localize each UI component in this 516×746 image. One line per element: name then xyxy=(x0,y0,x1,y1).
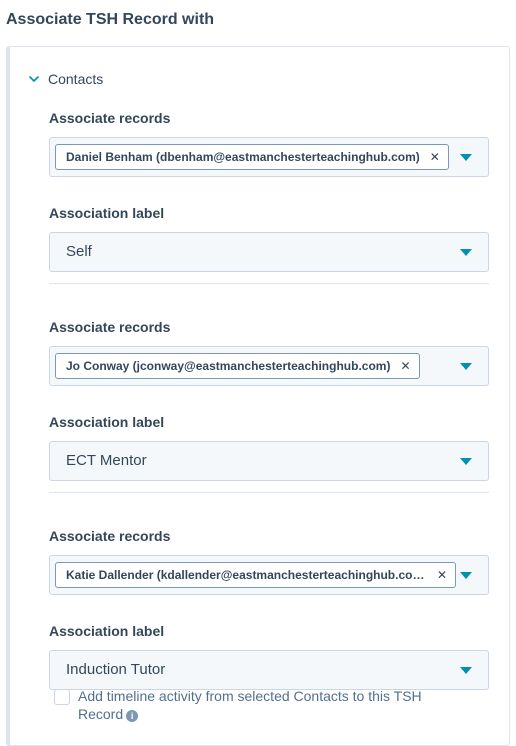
timeline-activity-label-wrap: Add timeline activity from selected Cont… xyxy=(78,687,468,723)
page-title: Associate TSH Record with xyxy=(6,11,215,28)
info-icon[interactable]: i xyxy=(126,710,139,722)
association-label-value: Induction Tutor xyxy=(66,661,166,678)
association-group: Associate records Daniel Benham (dbenham… xyxy=(49,109,489,272)
associate-records-select[interactable]: Katie Dallender (kdallender@eastmanchest… xyxy=(49,555,489,595)
section-label: Contacts xyxy=(48,71,104,87)
contacts-section-toggle[interactable]: Contacts xyxy=(28,71,103,87)
association-label-heading: Association label xyxy=(49,623,165,639)
timeline-activity-checkbox[interactable] xyxy=(54,689,70,705)
association-group: Associate records Katie Dallender (kdall… xyxy=(49,527,489,690)
association-label-value: ECT Mentor xyxy=(66,452,147,469)
divider xyxy=(49,492,489,493)
close-icon[interactable]: ✕ xyxy=(430,150,440,164)
associate-records-select[interactable]: Jo Conway (jconway@eastmanchesterteachin… xyxy=(49,346,489,386)
caret-down-icon[interactable] xyxy=(460,458,472,465)
caret-down-icon[interactable] xyxy=(460,667,472,674)
caret-down-icon[interactable] xyxy=(460,572,472,579)
close-icon[interactable]: ✕ xyxy=(400,359,410,373)
association-panel: Contacts Associate records Daniel Benham… xyxy=(6,46,510,746)
chevron-down-icon xyxy=(29,76,39,82)
caret-down-icon[interactable] xyxy=(460,249,472,256)
associate-records-label: Associate records xyxy=(49,528,171,544)
timeline-activity-option: Add timeline activity from selected Cont… xyxy=(54,687,468,723)
association-label-select[interactable]: ECT Mentor xyxy=(49,441,489,481)
caret-down-icon[interactable] xyxy=(460,363,472,370)
record-tag[interactable]: Daniel Benham (dbenham@eastmanchestertea… xyxy=(55,144,449,170)
association-label-value: Self xyxy=(66,243,92,260)
record-tag[interactable]: Jo Conway (jconway@eastmanchesterteachin… xyxy=(55,353,420,379)
association-label-heading: Association label xyxy=(49,205,165,221)
associate-records-label: Associate records xyxy=(49,319,171,335)
record-tag[interactable]: Katie Dallender (kdallender@eastmanchest… xyxy=(55,562,456,588)
association-label-heading: Association label xyxy=(49,414,165,430)
record-tag-text: Katie Dallender (kdallender@eastmanchest… xyxy=(66,568,427,582)
divider xyxy=(49,283,489,284)
association-label-select[interactable]: Induction Tutor xyxy=(49,650,489,690)
association-group: Associate records Jo Conway (jconway@eas… xyxy=(49,318,489,481)
caret-down-icon[interactable] xyxy=(460,154,472,161)
record-tag-text: Daniel Benham (dbenham@eastmanchestertea… xyxy=(66,150,420,164)
association-label-select[interactable]: Self xyxy=(49,232,489,272)
associate-records-label: Associate records xyxy=(49,110,171,126)
close-icon[interactable]: ✕ xyxy=(437,568,447,582)
associate-records-select[interactable]: Daniel Benham (dbenham@eastmanchestertea… xyxy=(49,137,489,177)
record-tag-text: Jo Conway (jconway@eastmanchesterteachin… xyxy=(66,359,391,373)
